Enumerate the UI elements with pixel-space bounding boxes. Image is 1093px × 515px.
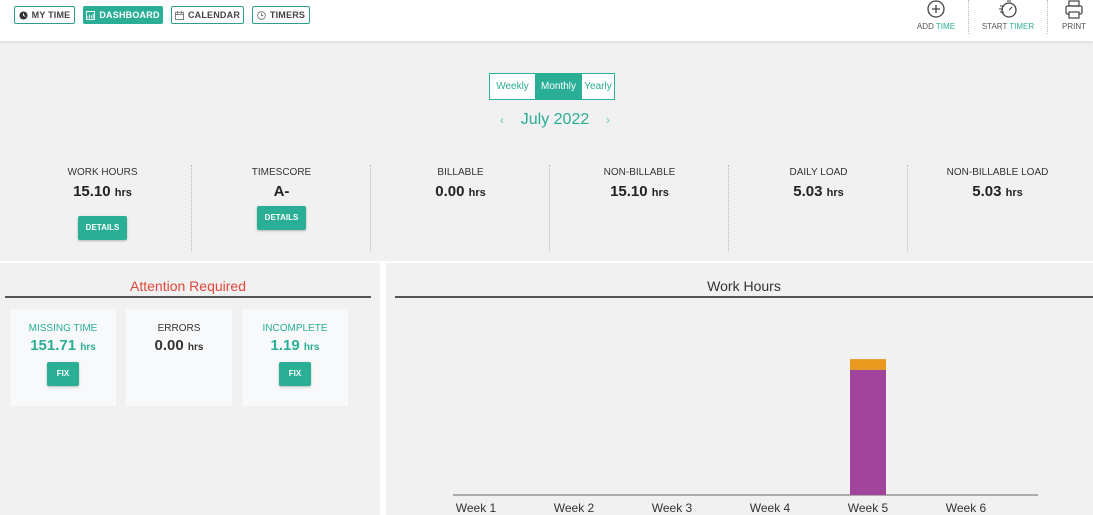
stat-unit: hrs (1005, 187, 1023, 199)
stat-timescore: TIMESCORE A- DETAILS (192, 165, 371, 251)
timers-button[interactable]: TIMERS (252, 6, 310, 24)
stat-value: 15.10 (610, 183, 648, 200)
my-time-label: MY TIME (31, 10, 71, 20)
add-time-button[interactable]: ADD TIME (914, 0, 958, 41)
x-tick-label: Week 4 (750, 501, 791, 515)
add-time-accent-label: TIME (935, 22, 956, 31)
action-divider (1047, 0, 1048, 34)
work-hours-details-button[interactable]: DETAILS (77, 216, 128, 240)
attention-rule (5, 296, 371, 298)
card-unit: hrs (80, 342, 96, 353)
stat-non-billable-load: NON-BILLABLE LOAD 5.03 hrs (908, 165, 1087, 251)
chart-title: Work Hours (707, 278, 781, 294)
print-button[interactable]: PRINT (1058, 0, 1090, 41)
missing-time-fix-button[interactable]: FIX (47, 362, 79, 386)
month-navigator: ‹ July 2022 › (500, 110, 610, 130)
period-weekly-tab[interactable]: Weekly (490, 74, 535, 99)
bar-week-5-series-1 (850, 369, 886, 495)
stat-value: 5.03 (793, 183, 823, 200)
calendar-icon (174, 10, 184, 20)
card-unit: hrs (187, 342, 204, 353)
stat-value: 15.10 (73, 183, 111, 200)
card-title: ERRORS (157, 323, 201, 334)
top-bar: MY TIME DASHBOARD CALENDAR TIMERS ADD TI… (0, 0, 1093, 41)
attention-title: Attention Required (130, 278, 246, 294)
printer-icon (1065, 0, 1083, 19)
stat-value: 0.00 (435, 183, 465, 200)
stat-value: A- (273, 183, 290, 200)
stat-title: WORK HOURS (67, 167, 138, 178)
start-timer-label: START (981, 22, 1010, 31)
errors-card: ERRORS 0.00 hrs (126, 309, 232, 406)
timescore-details-button[interactable]: DETAILS (256, 206, 307, 230)
stat-unit: hrs (468, 187, 486, 199)
incomplete-card: INCOMPLETE 1.19 hrs FIX (242, 309, 348, 406)
calendar-label: CALENDAR (187, 10, 241, 20)
stat-work-hours: WORK HOURS 15.10 hrs DETAILS (13, 165, 192, 251)
period-selector: Weekly Monthly Yearly (489, 73, 615, 100)
timers-label: TIMERS (269, 10, 306, 20)
x-tick-label: Week 2 (554, 501, 595, 515)
add-circle-icon (927, 0, 945, 18)
x-tick-label: Week 6 (946, 501, 987, 515)
my-time-button[interactable]: MY TIME (14, 6, 75, 24)
x-tick-label: Week 5 (848, 501, 889, 515)
clock-icon (19, 10, 28, 20)
stopwatch-icon (999, 0, 1017, 18)
dashboard-label: DASHBOARD (99, 10, 160, 20)
stat-non-billable: NON-BILLABLE 15.10 hrs (550, 165, 729, 251)
work-hours-chart: Week 1 Week 2 Week 3 Week 4 Week 5 Week 6 (453, 359, 1038, 515)
x-tick-label: Week 3 (652, 501, 693, 515)
add-time-label: ADD (916, 22, 936, 31)
chart-icon (86, 10, 96, 20)
start-timer-button[interactable]: START TIMER (980, 0, 1036, 41)
stat-daily-load: DAILY LOAD 5.03 hrs (729, 165, 908, 251)
card-value: 0.00 (154, 337, 184, 354)
card-title: INCOMPLETE (262, 323, 328, 334)
action-divider (968, 0, 969, 34)
card-value: 151.71 (30, 337, 77, 354)
x-tick-label: Week 1 (456, 501, 497, 515)
print-label: PRINT (1062, 22, 1086, 31)
stat-title: DAILY LOAD (789, 167, 848, 178)
stat-unit: hrs (826, 187, 844, 199)
start-timer-accent-label: TIMER (1009, 22, 1035, 31)
chevron-left-icon[interactable]: ‹ (500, 113, 504, 127)
missing-time-card: MISSING TIME 151.71 hrs FIX (10, 309, 116, 406)
timer-icon (257, 10, 266, 20)
stat-value: 5.03 (972, 183, 1002, 200)
card-unit: hrs (303, 342, 320, 353)
chevron-right-icon[interactable]: › (606, 113, 610, 127)
stat-unit: hrs (114, 187, 132, 199)
month-label: July 2022 (520, 111, 590, 128)
chart-title-rule (395, 296, 1093, 298)
stat-billable: BILLABLE 0.00 hrs (371, 165, 550, 251)
period-yearly-tab[interactable]: Yearly (582, 74, 614, 99)
dashboard-button[interactable]: DASHBOARD (83, 6, 163, 24)
incomplete-fix-button[interactable]: FIX (279, 362, 311, 386)
bar-week-5-series-2 (850, 359, 886, 370)
stat-title: BILLABLE (437, 167, 484, 178)
card-title: MISSING TIME (28, 323, 98, 334)
period-monthly-tab[interactable]: Monthly (535, 74, 582, 99)
stat-title: TIMESCORE (251, 167, 312, 178)
card-value: 1.19 (270, 337, 300, 354)
stat-title: NON-BILLABLE (603, 167, 676, 178)
stat-title: NON-BILLABLE LOAD (946, 167, 1049, 178)
stat-unit: hrs (651, 187, 669, 199)
calendar-button[interactable]: CALENDAR (171, 6, 244, 24)
